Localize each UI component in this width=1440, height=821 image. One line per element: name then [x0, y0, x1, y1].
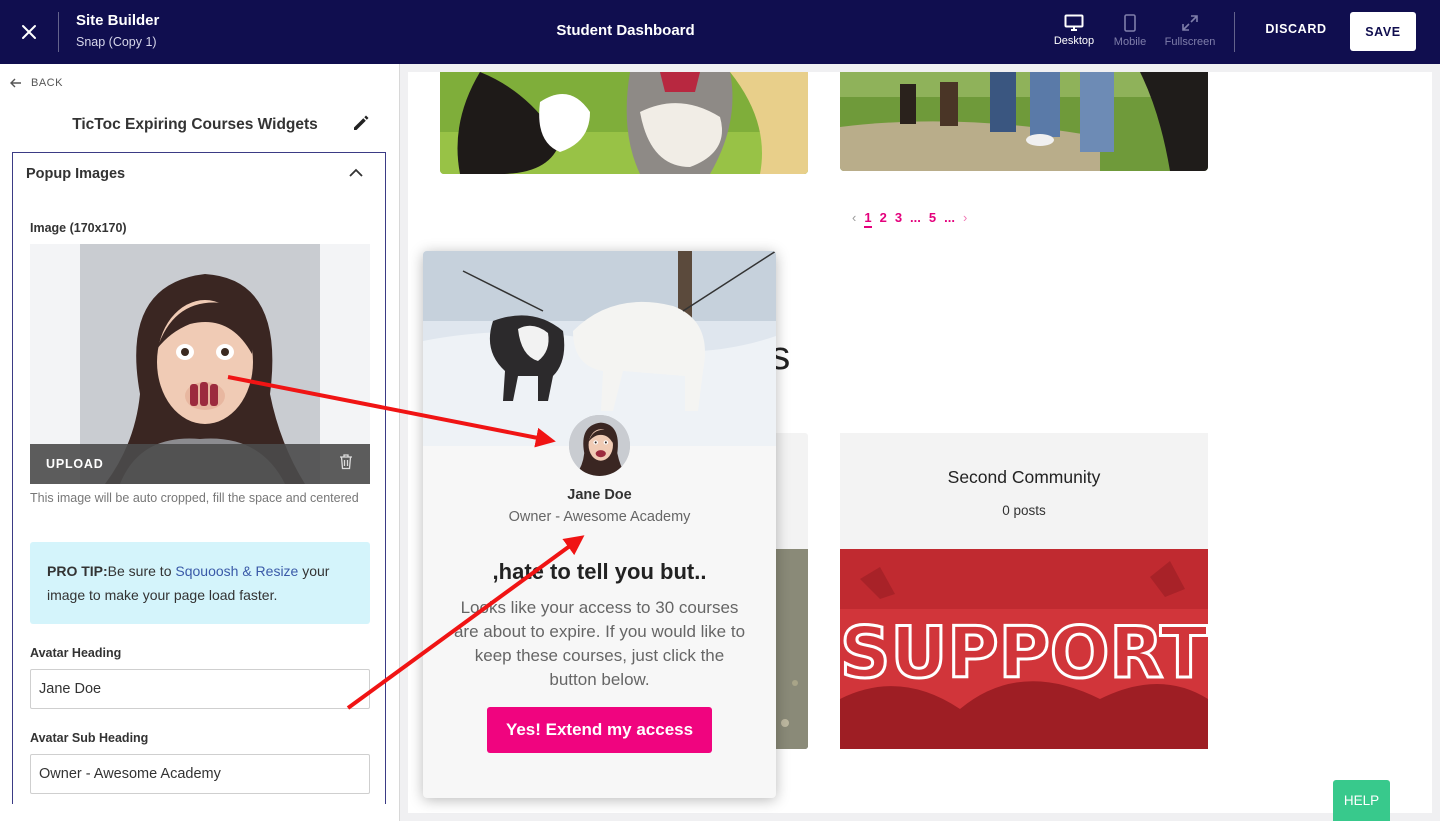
- avatar-heading-input[interactable]: [30, 669, 370, 709]
- upload-bar[interactable]: UPLOAD: [30, 444, 370, 484]
- settings-sidebar: BACK TicToc Expiring Courses Widgets Pop…: [0, 64, 400, 821]
- device-desktop-label: Desktop: [1053, 35, 1095, 47]
- community-title: Second Community: [947, 467, 1101, 487]
- community-post-count: 0 posts: [1002, 503, 1046, 518]
- chevron-up-icon: [349, 168, 363, 177]
- pagination-page[interactable]: 2: [880, 210, 887, 228]
- trash-icon: [340, 454, 352, 470]
- help-button[interactable]: HELP: [1333, 780, 1390, 821]
- popup-avatar-name: Jane Doe: [567, 487, 632, 503]
- popup-images-panel: Popup Images Image (170x170) UPLOAD This…: [12, 152, 386, 804]
- mobile-icon: [1124, 14, 1136, 32]
- device-mobile-label: Mobile: [1113, 36, 1147, 48]
- pro-tip-box: PRO TIP:Be sure to Sqouoosh & Resize you…: [30, 542, 370, 624]
- save-button[interactable]: SAVE: [1350, 12, 1416, 51]
- topbar-divider-right: [1234, 12, 1235, 52]
- squoosh-resize-link[interactable]: Sqouoosh & Resize: [175, 563, 298, 579]
- avatar-subheading-label: Avatar Sub Heading: [30, 731, 149, 745]
- extend-access-button[interactable]: Yes! Extend my access: [487, 707, 712, 753]
- device-desktop-button[interactable]: Desktop: [1042, 14, 1106, 47]
- image-uploader[interactable]: UPLOAD: [30, 244, 370, 484]
- device-mobile-button[interactable]: Mobile: [1098, 14, 1162, 48]
- pagination-prev[interactable]: ‹: [852, 210, 856, 228]
- course-image-dogs-hug[interactable]: [440, 72, 808, 174]
- popup-avatar: [569, 415, 630, 476]
- device-fullscreen-label: Fullscreen: [1164, 36, 1216, 48]
- collapse-panel-button[interactable]: [348, 165, 364, 186]
- desktop-icon: [1064, 14, 1084, 31]
- top-bar: Site Builder Snap (Copy 1) Student Dashb…: [0, 0, 1440, 64]
- image-field-label: Image (170x170): [30, 221, 127, 235]
- popup-heading: ,hate to tell you but..: [492, 559, 707, 584]
- pagination-page[interactable]: 5: [929, 210, 936, 228]
- course-image-dogs-park[interactable]: [840, 72, 1208, 171]
- avatar-heading-label: Avatar Heading: [30, 646, 122, 660]
- community-card-second[interactable]: Second Community 0 posts SUPPORT: [840, 433, 1208, 749]
- pro-tip-text-before: Be sure to: [107, 563, 176, 579]
- support-text: SUPPORT: [840, 612, 1208, 694]
- pagination-ellipsis: ...: [910, 210, 921, 225]
- back-link[interactable]: BACK: [10, 77, 63, 89]
- pagination-page[interactable]: 1: [864, 210, 872, 228]
- widget-title: TicToc Expiring Courses Widgets: [72, 116, 318, 133]
- pagination-next[interactable]: ›: [963, 210, 967, 228]
- avatar-subheading-input[interactable]: [30, 754, 370, 794]
- popup-body-text: Looks like your access to 30 courses are…: [453, 598, 746, 689]
- device-fullscreen-button[interactable]: Fullscreen: [1158, 14, 1222, 48]
- discard-button[interactable]: DISCARD: [1258, 22, 1334, 36]
- pencil-icon: [354, 115, 369, 130]
- image-help-text: This image will be auto cropped, fill th…: [30, 491, 359, 505]
- pagination-page[interactable]: 3: [895, 210, 902, 228]
- pro-tip-label: PRO TIP:: [47, 563, 108, 579]
- back-label: BACK: [31, 77, 63, 89]
- edit-title-button[interactable]: [351, 113, 371, 138]
- delete-image-button[interactable]: [338, 453, 354, 475]
- pagination-ellipsis: ...: [944, 210, 955, 225]
- expiring-courses-popup: Jane Doe Owner - Awesome Academy ,hate t…: [423, 251, 776, 798]
- community-support-image: SUPPORT: [840, 549, 1208, 749]
- fullscreen-icon: [1182, 15, 1198, 31]
- arrow-left-icon: [10, 78, 21, 88]
- panel-title: Popup Images: [26, 166, 126, 182]
- upload-button[interactable]: UPLOAD: [46, 457, 104, 471]
- pagination: ‹ 1 2 3 ... 5 ... ›: [852, 210, 967, 228]
- popup-avatar-subtitle: Owner - Awesome Academy: [508, 509, 691, 525]
